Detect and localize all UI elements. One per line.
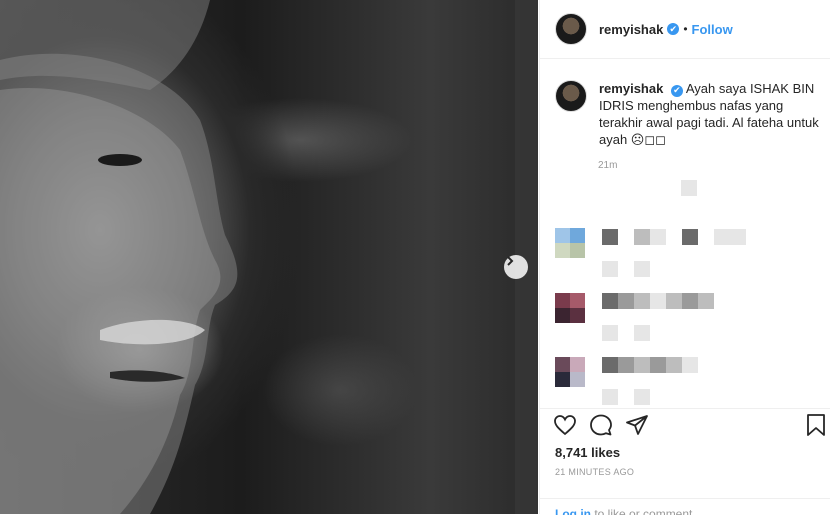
pixel-block (602, 357, 618, 373)
bookmark-icon (807, 414, 825, 436)
comment-row (555, 357, 585, 387)
post-header: remyishak ✔ • Follow (540, 0, 830, 59)
heart-icon (554, 415, 576, 436)
post-timestamp[interactable]: 21 MINUTES AGO (555, 467, 634, 477)
pixel-block (634, 389, 650, 405)
instagram-post: remyishak ✔ • Follow remyishak ✔ Ayah sa… (0, 0, 830, 515)
pixel-block (634, 229, 650, 245)
pixel-block (650, 293, 666, 309)
header-username[interactable]: remyishak (599, 22, 663, 37)
pixel-block (714, 229, 730, 245)
pixel-block (602, 389, 618, 405)
like-button[interactable] (553, 413, 577, 442)
caption: remyishak ✔ Ayah saya ISHAK BIN IDRIS me… (555, 80, 820, 148)
pixel-block (682, 357, 698, 373)
caption-username[interactable]: remyishak (599, 81, 663, 96)
login-footer: Log in to like or comment. (540, 498, 830, 515)
comment-avatar[interactable] (555, 228, 585, 258)
pixel-block (698, 293, 714, 309)
caption-time[interactable]: 21m (598, 160, 617, 170)
pixel-block (634, 325, 650, 341)
photo-illustration (0, 0, 538, 514)
pixel-block (602, 229, 618, 245)
comment-avatar[interactable] (555, 357, 585, 387)
pixel-block (602, 293, 618, 309)
comment-button[interactable] (589, 413, 613, 442)
pixel-block (634, 261, 650, 277)
comment-avatar[interactable] (555, 293, 585, 323)
pixel-block (682, 229, 698, 245)
pixel-block (682, 293, 698, 309)
post-photo[interactable] (0, 0, 538, 514)
caption-text-block: remyishak ✔ Ayah saya ISHAK BIN IDRIS me… (599, 80, 819, 148)
comment-row (555, 293, 585, 323)
pixel-block (681, 180, 697, 196)
pixel-block (602, 261, 618, 277)
pixel-block (634, 357, 650, 373)
comment-row (555, 228, 585, 258)
separator-dot: • (683, 22, 688, 36)
likes-count[interactable]: 8,741 likes (555, 445, 620, 460)
save-button[interactable] (805, 413, 827, 442)
paper-plane-icon (626, 415, 648, 435)
pixel-block (650, 229, 666, 245)
chevron-right-icon (507, 256, 514, 266)
pixel-block (666, 357, 682, 373)
caption-verified-icon: ✔ (670, 84, 683, 97)
caption-avatar[interactable] (555, 80, 587, 112)
pixel-block (602, 325, 618, 341)
pixel-block (650, 357, 666, 373)
pixel-block (618, 357, 634, 373)
pixel-block (730, 229, 746, 245)
avatar[interactable] (555, 13, 587, 45)
pixel-block (618, 293, 634, 309)
post-sidebar: remyishak ✔ • Follow remyishak ✔ Ayah sa… (539, 0, 830, 515)
pixel-block (634, 293, 650, 309)
comment-icon (590, 414, 612, 436)
pixel-block (666, 293, 682, 309)
share-button[interactable] (625, 413, 649, 442)
verified-badge-icon: ✔ (667, 23, 680, 35)
follow-button[interactable]: Follow (692, 22, 733, 37)
action-bar (540, 408, 830, 441)
next-photo-button[interactable] (504, 255, 528, 279)
